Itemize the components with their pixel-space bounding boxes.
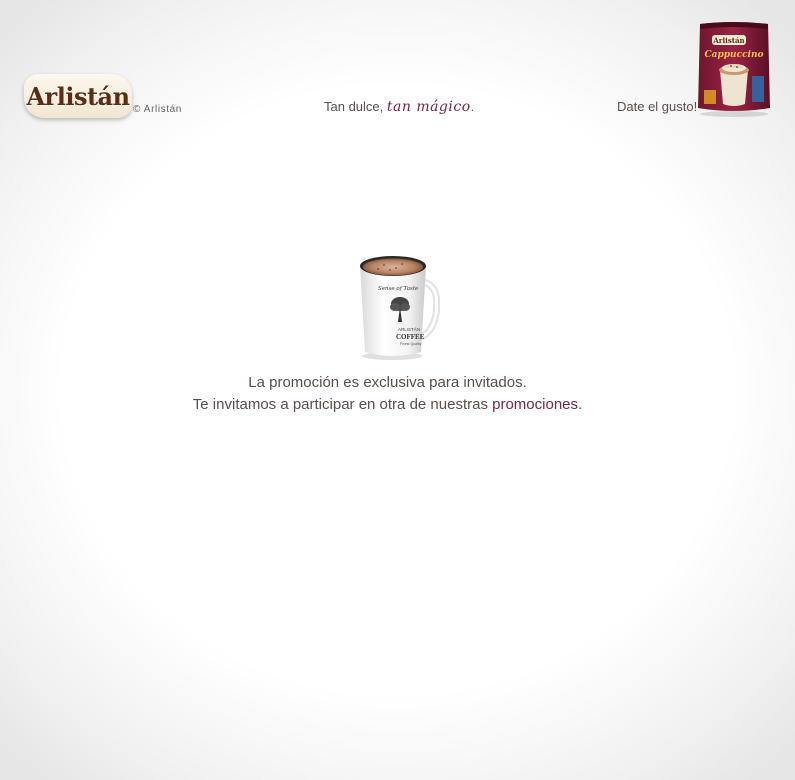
message-block: La promoción es exclusiva para invitados… (0, 372, 775, 416)
arlistan-logo[interactable]: Arlistán (24, 74, 132, 118)
product-name: Cappuccino (704, 50, 763, 60)
message-line-2: Te invitamos a participar en otra de nue… (0, 394, 775, 416)
message-line-1: La promoción es exclusiva para invitados… (248, 374, 527, 391)
slogan-plain: Tan dulce, (324, 99, 387, 114)
message-line-2-end: . (578, 396, 583, 413)
mug-text-bottom: Finest Quality (400, 342, 422, 346)
message-line-2-text: Te invitamos a participar en otra de nue… (192, 396, 493, 413)
product-brand: Arlistán (712, 36, 744, 45)
promociones-link[interactable]: promociones (492, 396, 578, 413)
cappuccino-package-image[interactable]: Arlistán Cappuccino (694, 20, 774, 118)
tagline: Date el gusto! (617, 99, 698, 114)
slogan-end: . (470, 99, 475, 114)
slogan: Tan dulce, tan mágico. (324, 99, 474, 115)
mug-text-top: Sense of Taste (378, 286, 419, 292)
slogan-script: tan mágico (386, 99, 471, 115)
header: Arlistán © Arlistán Tan dulce, tan mágic… (0, 0, 795, 140)
mug-text-coffee: COFFEE (396, 333, 425, 341)
copyright-text: © Arlistán (133, 104, 182, 115)
mug-text-brand: ARLISTÁN (398, 326, 420, 332)
logo-text: Arlistán (26, 81, 130, 111)
coffee-mug-image: Sense of Taste ARLISTÁN COFFEE Finest Qu… (360, 256, 440, 360)
